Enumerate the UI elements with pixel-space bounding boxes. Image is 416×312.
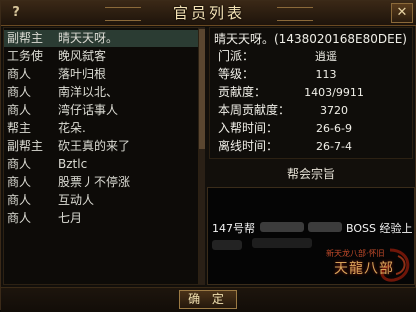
officer-row[interactable]: 工务使 晚风弑客	[4, 48, 198, 65]
officer-row[interactable]: 商人 Bztlc	[4, 156, 198, 173]
motto-text-start: 147号帮	[212, 222, 255, 235]
officer-rank: 副帮主	[7, 139, 44, 153]
officer-name: Bztlc	[58, 157, 88, 171]
officer-rank: 工务使	[7, 49, 44, 63]
info-value: 逍遥	[315, 50, 337, 63]
info-label: 离线时间：	[218, 139, 279, 153]
officer-row[interactable]: 商人 七月	[4, 210, 198, 227]
officer-name: 砍王真的来了	[58, 139, 131, 153]
blurred-text	[252, 238, 312, 248]
info-label: 等级：	[218, 67, 255, 81]
title-ornament-left	[105, 7, 141, 21]
footer-bar: 确 定	[1, 287, 416, 312]
info-value: 113	[315, 68, 337, 81]
officer-list: 副帮主 晴天天呀。 工务使 晚风弑客 商人 落叶归根 商人 南洋以北、 商人 湾仔话事人 帮主 花朵.…	[3, 27, 199, 285]
officer-rank: 商人	[7, 175, 32, 189]
guild-motto-text: 147号帮	[212, 220, 255, 236]
officer-row[interactable]: 商人 股票丿不停涨	[4, 174, 198, 191]
officer-rank: 商人	[7, 85, 32, 99]
officer-row[interactable]: 商人 落叶归根	[4, 66, 198, 83]
officer-rank: 商人	[7, 211, 32, 225]
officer-row[interactable]: 副帮主 晴天天呀。	[4, 30, 198, 47]
confirm-button[interactable]: 确 定	[179, 290, 237, 309]
officer-rank: 帮主	[7, 121, 32, 135]
officer-row[interactable]: 商人 南洋以北、	[4, 84, 198, 101]
officer-name: 七月	[58, 211, 83, 225]
guild-motto-text-end: BOSS 经验上	[346, 220, 412, 236]
window-title: 官员列表	[172, 4, 245, 22]
guild-motto-panel: 147号帮 BOSS 经验上 新天龙八部·怀旧 天龍八部	[207, 187, 415, 285]
blurred-text	[260, 222, 304, 232]
motto-text-end: BOSS 经验上	[346, 222, 413, 235]
game-logo: 新天龙八部·怀旧 天龍八部	[320, 246, 414, 284]
officer-row[interactable]: 商人 互动人	[4, 192, 198, 209]
officer-list-scrollbar[interactable]	[199, 27, 205, 285]
info-value: 26-7-4	[316, 140, 352, 153]
blurred-text	[212, 240, 242, 250]
officer-rank: 商人	[7, 103, 32, 117]
officer-rank: 商人	[7, 67, 32, 81]
info-label: 贡献度：	[218, 85, 267, 99]
info-label: 门派：	[218, 49, 255, 63]
officer-rank: 副帮主	[7, 31, 44, 45]
info-value: 26-6-9	[316, 122, 352, 135]
member-info-header: 晴天天呀。(1438020168E80DEE)	[214, 32, 407, 46]
officer-row[interactable]: 商人 湾仔话事人	[4, 102, 198, 119]
info-value: 1403/9911	[304, 86, 364, 99]
guild-motto-title: 帮会宗旨	[286, 167, 335, 181]
close-icon[interactable]: ✕	[391, 3, 413, 23]
title-ornament-right	[277, 7, 313, 21]
officer-name: 互动人	[58, 193, 95, 207]
officer-name: 晚风弑客	[58, 49, 107, 63]
officer-name: 南洋以北、	[58, 85, 119, 99]
officer-row[interactable]: 帮主 花朵.	[4, 120, 198, 137]
guild-officer-window: ? 官员列表 ✕ 副帮主 晴天天呀。 工务使 晚风弑客 商人 落叶归根 商人 南洋以北、 商人湾…	[0, 0, 416, 312]
officer-name: 湾仔话事人	[58, 103, 119, 117]
officer-name: 花朵.	[58, 121, 86, 135]
officer-name: 落叶归根	[58, 67, 107, 81]
officer-rank: 商人	[7, 157, 32, 171]
member-info-panel: 晴天天呀。(1438020168E80DEE) 门派： 逍遥等级： 113 贡献度： 1…	[209, 27, 413, 159]
logo-title: 天龍八部	[334, 261, 394, 277]
info-label: 入帮时间：	[218, 121, 279, 135]
title-bar: ? 官员列表 ✕	[1, 1, 416, 26]
info-label: 本周贡献度：	[218, 103, 291, 117]
officer-rank: 商人	[7, 193, 32, 207]
info-value: 3720	[320, 104, 348, 117]
officer-row[interactable]: 副帮主 砍王真的来了	[4, 138, 198, 155]
officer-name: 股票丿不停涨	[58, 175, 131, 189]
officer-name: 晴天天呀。	[58, 31, 119, 45]
scrollbar-thumb[interactable]	[199, 29, 205, 149]
blurred-text	[308, 222, 342, 232]
help-icon[interactable]: ?	[6, 4, 26, 22]
